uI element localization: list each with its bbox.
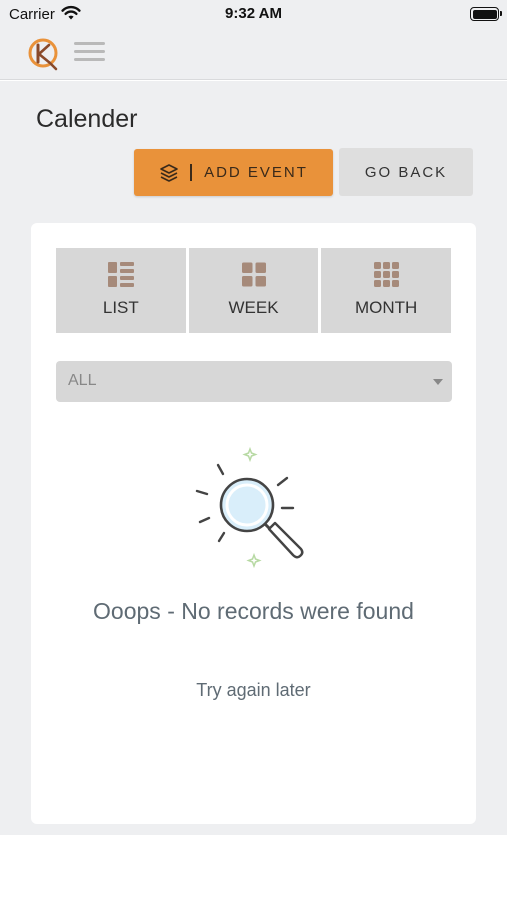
tab-list-label: LIST (102, 298, 139, 317)
page-title: Calender (36, 105, 138, 133)
filter-value: ALL (68, 372, 97, 389)
add-event-button[interactable]: ADD EVENT (134, 149, 333, 196)
add-event-label: ADD EVENT (204, 164, 308, 181)
category-filter-select[interactable]: ALL (56, 361, 452, 402)
tab-month[interactable]: MONTH (321, 248, 452, 333)
calendar-card: LIST WEEK MONTH ALL Ooops - No records w… (31, 223, 476, 824)
battery-icon (470, 7, 502, 21)
layers-icon (160, 163, 178, 182)
tab-list[interactable]: LIST (56, 248, 186, 333)
chevron-down-icon (433, 379, 443, 385)
empty-state-subtitle: Try again later (196, 680, 311, 700)
tab-week[interactable]: WEEK (188, 248, 319, 333)
hamburger-icon (74, 42, 105, 45)
month-view-icon (373, 262, 399, 287)
view-tabs: LIST WEEK MONTH (56, 248, 452, 333)
separator (190, 164, 193, 181)
empty-state-title: Ooops - No records were found (93, 598, 414, 624)
list-view-icon (107, 262, 134, 287)
app-header (0, 30, 507, 80)
status-bar: Carrier 9:32 AM (0, 0, 507, 30)
menu-button[interactable] (74, 42, 106, 64)
magnifier-icon (195, 446, 304, 569)
calendar-page: Calender ADD EVENT GO BACK LIST WEEK MON… (0, 81, 507, 835)
tab-week-label: WEEK (228, 298, 279, 317)
logo-icon (28, 38, 58, 71)
go-back-button[interactable]: GO BACK (339, 148, 473, 196)
tab-month-label: MONTH (355, 298, 418, 317)
week-view-icon (241, 262, 266, 287)
clock: 9:32 AM (225, 5, 282, 22)
